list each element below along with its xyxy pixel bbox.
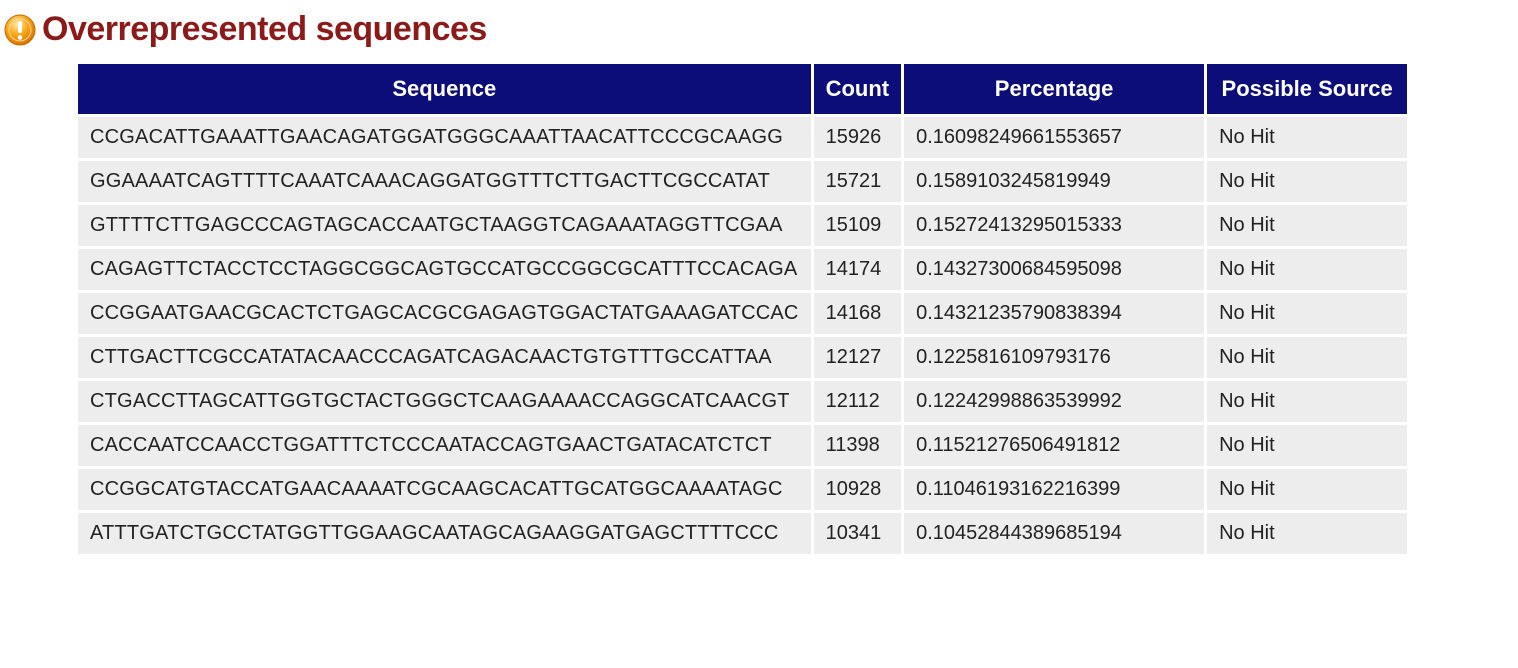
cell-count: 12112	[814, 381, 902, 422]
table-header-row: Sequence Count Percentage Possible Sourc…	[78, 64, 1407, 114]
table-row: CTGACCTTAGCATTGGTGCTACTGGGCTCAAGAAAACCAG…	[78, 381, 1407, 422]
header-percentage: Percentage	[904, 64, 1204, 114]
cell-percentage: 0.11046193162216399	[904, 469, 1204, 510]
cell-sequence: ATTTGATCTGCCTATGGTTGGAAGCAATAGCAGAAGGATG…	[78, 513, 811, 554]
table-row: GGAAAATCAGTTTTCAAATCAAACAGGATGGTTTCTTGAC…	[78, 161, 1407, 202]
table-row: CTTGACTTCGCCATATACAACCCAGATCAGACAACTGTGT…	[78, 337, 1407, 378]
table-row: GTTTTCTTGAGCCCAGTAGCACCAATGCTAAGGTCAGAAA…	[78, 205, 1407, 246]
table-row: CCGGCATGTACCATGAACAAAATCGCAAGCACATTGCATG…	[78, 469, 1407, 510]
cell-count: 15109	[814, 205, 902, 246]
cell-percentage: 0.15272413295015333	[904, 205, 1204, 246]
header-source: Possible Source	[1207, 64, 1407, 114]
cell-count: 12127	[814, 337, 902, 378]
cell-sequence: CCGACATTGAAATTGAACAGATGGATGGGCAAATTAACAT…	[78, 117, 811, 158]
cell-sequence: CACCAATCCAACCTGGATTTCTCCCAATACCAGTGAACTG…	[78, 425, 811, 466]
cell-sequence: CCGGCATGTACCATGAACAAAATCGCAAGCACATTGCATG…	[78, 469, 811, 510]
cell-source: No Hit	[1207, 425, 1407, 466]
cell-count: 10928	[814, 469, 902, 510]
warning-icon	[4, 14, 36, 46]
cell-sequence: CAGAGTTCTACCTCCTAGGCGGCAGTGCCATGCCGGCGCA…	[78, 249, 811, 290]
cell-percentage: 0.14327300684595098	[904, 249, 1204, 290]
cell-source: No Hit	[1207, 337, 1407, 378]
cell-percentage: 0.1589103245819949	[904, 161, 1204, 202]
cell-sequence: GTTTTCTTGAGCCCAGTAGCACCAATGCTAAGGTCAGAAA…	[78, 205, 811, 246]
cell-sequence: CCGGAATGAACGCACTCTGAGCACGCGAGAGTGGACTATG…	[78, 293, 811, 334]
cell-count: 15926	[814, 117, 902, 158]
cell-count: 14168	[814, 293, 902, 334]
header-sequence: Sequence	[78, 64, 811, 114]
sequences-table: Sequence Count Percentage Possible Sourc…	[75, 61, 1410, 557]
sequences-table-wrapper: Sequence Count Percentage Possible Sourc…	[0, 61, 1518, 557]
cell-source: No Hit	[1207, 205, 1407, 246]
cell-source: No Hit	[1207, 249, 1407, 290]
cell-source: No Hit	[1207, 381, 1407, 422]
cell-percentage: 0.11521276506491812	[904, 425, 1204, 466]
cell-source: No Hit	[1207, 161, 1407, 202]
cell-source: No Hit	[1207, 513, 1407, 554]
cell-sequence: GGAAAATCAGTTTTCAAATCAAACAGGATGGTTTCTTGAC…	[78, 161, 811, 202]
cell-count: 15721	[814, 161, 902, 202]
cell-percentage: 0.12242998863539992	[904, 381, 1204, 422]
cell-count: 10341	[814, 513, 902, 554]
section-header: Overrepresented sequences	[0, 10, 1518, 49]
table-row: ATTTGATCTGCCTATGGTTGGAAGCAATAGCAGAAGGATG…	[78, 513, 1407, 554]
cell-count: 11398	[814, 425, 902, 466]
cell-count: 14174	[814, 249, 902, 290]
cell-source: No Hit	[1207, 469, 1407, 510]
cell-percentage: 0.1225816109793176	[904, 337, 1204, 378]
cell-source: No Hit	[1207, 293, 1407, 334]
cell-percentage: 0.10452844389685194	[904, 513, 1204, 554]
table-row: CCGACATTGAAATTGAACAGATGGATGGGCAAATTAACAT…	[78, 117, 1407, 158]
cell-percentage: 0.16098249661553657	[904, 117, 1204, 158]
table-row: CCGGAATGAACGCACTCTGAGCACGCGAGAGTGGACTATG…	[78, 293, 1407, 334]
cell-sequence: CTGACCTTAGCATTGGTGCTACTGGGCTCAAGAAAACCAG…	[78, 381, 811, 422]
cell-percentage: 0.14321235790838394	[904, 293, 1204, 334]
header-count: Count	[814, 64, 902, 114]
table-row: CAGAGTTCTACCTCCTAGGCGGCAGTGCCATGCCGGCGCA…	[78, 249, 1407, 290]
cell-source: No Hit	[1207, 117, 1407, 158]
table-row: CACCAATCCAACCTGGATTTCTCCCAATACCAGTGAACTG…	[78, 425, 1407, 466]
cell-sequence: CTTGACTTCGCCATATACAACCCAGATCAGACAACTGTGT…	[78, 337, 811, 378]
section-title: Overrepresented sequences	[42, 10, 487, 49]
